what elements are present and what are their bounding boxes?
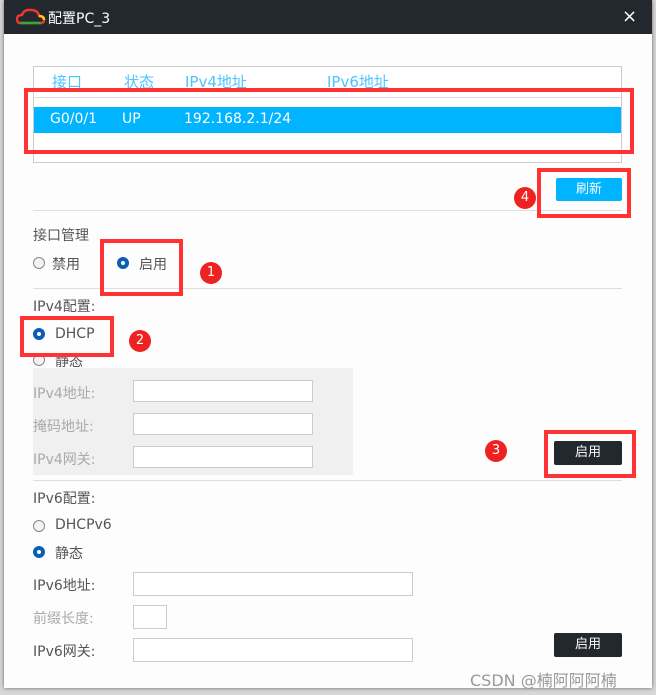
- radio-disable-label: 禁用: [52, 257, 80, 273]
- ipv4-gateway-input[interactable]: [133, 446, 313, 468]
- annotation-box-apply: [544, 430, 636, 478]
- prefix-length-label: 前缀长度:: [33, 611, 94, 627]
- window-title: 配置PC_3: [48, 11, 111, 27]
- annotation-box-dhcp: [20, 316, 114, 357]
- watermark: CSDN @楠阿阿阿楠: [470, 671, 617, 690]
- radio-disable[interactable]: [33, 257, 45, 269]
- annotation-box-refresh: [537, 168, 631, 218]
- mask-input[interactable]: [133, 413, 313, 435]
- ipv6-address-input[interactable]: [133, 572, 413, 596]
- annotation-box-table-row: [24, 88, 634, 154]
- ipv6-gateway-label: IPv6网关:: [33, 644, 96, 660]
- radio-static-v6[interactable]: [33, 546, 45, 558]
- radio-static-v6-label: 静态: [55, 546, 83, 562]
- annotation-2: 2: [129, 330, 151, 352]
- close-icon[interactable]: ×: [622, 6, 637, 27]
- ipv6-config-label: IPv6配置:: [33, 491, 96, 507]
- ipv6-apply-button[interactable]: 启用: [554, 633, 622, 657]
- title-bar: 配置PC_3 ×: [4, 0, 652, 34]
- ipv4-address-input[interactable]: [133, 380, 313, 402]
- mask-label: 掩码地址:: [33, 419, 94, 435]
- annotation-box-enable: [100, 239, 183, 296]
- divider: [33, 210, 622, 211]
- ipv4-address-label: IPv4地址:: [33, 386, 96, 402]
- annotation-4: 4: [514, 187, 536, 209]
- prefix-length-input[interactable]: [133, 605, 167, 629]
- annotation-3: 3: [485, 440, 507, 462]
- ipv4-gateway-label: IPv4网关:: [33, 452, 96, 468]
- ipv4-config-label: IPv4配置:: [33, 299, 96, 315]
- cloud-logo-icon: [16, 8, 46, 25]
- ipv6-address-label: IPv6地址:: [33, 578, 96, 594]
- radio-dhcpv6[interactable]: [33, 520, 45, 532]
- interface-mgmt-label: 接口管理: [33, 228, 89, 244]
- annotation-1: 1: [200, 262, 222, 284]
- radio-dhcpv6-label: DHCPv6: [55, 517, 112, 533]
- ipv6-gateway-input[interactable]: [133, 638, 413, 662]
- divider: [33, 480, 622, 481]
